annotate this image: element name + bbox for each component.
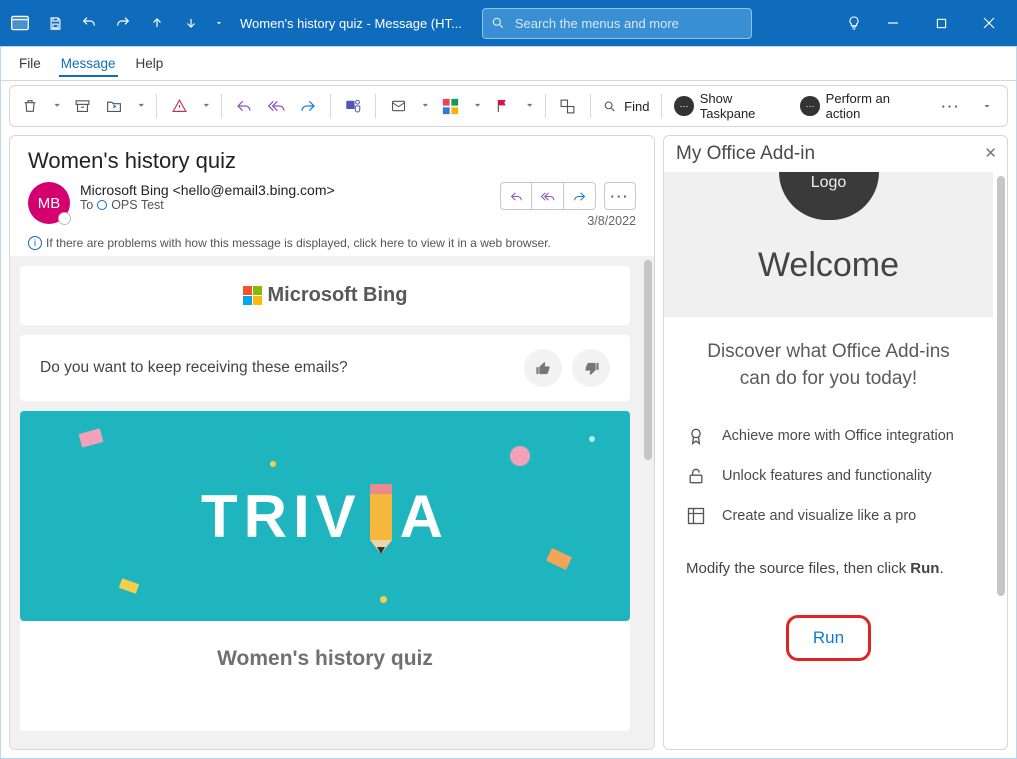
lightbulb-button[interactable] — [839, 7, 869, 39]
feedback-question: Do you want to keep receiving these emai… — [40, 359, 514, 377]
window-minimize-button[interactable] — [869, 0, 917, 46]
title-bar: Women's history quiz - Message (HT... — [0, 0, 1017, 46]
ribbon-overflow-button[interactable]: ··· — [937, 90, 965, 122]
categorize-dropdown[interactable] — [468, 90, 484, 122]
reply-all-button[interactable] — [262, 90, 290, 122]
ribbon: Find ⋯ Show Taskpane ⋯ Perform an action… — [9, 85, 1008, 127]
addin-title: My Office Add-in — [664, 136, 1007, 172]
mark-dropdown[interactable] — [416, 90, 432, 122]
perform-action-button[interactable]: ⋯ Perform an action — [796, 90, 929, 122]
delete-button[interactable] — [16, 90, 44, 122]
info-icon: i — [28, 236, 42, 250]
trivia-banner: TRIV A — [20, 411, 630, 621]
addin-logo: Logo — [779, 172, 879, 220]
flag-button[interactable] — [489, 90, 517, 122]
undo-button[interactable] — [74, 7, 104, 39]
quiz-title: Women's history quiz — [20, 621, 630, 671]
feature-item: Unlock features and functionality — [686, 466, 971, 486]
addin-pane: My Office Add-in ✕ Logo Welcome Discover… — [663, 135, 1008, 750]
archive-button[interactable] — [68, 90, 96, 122]
translate-button[interactable] — [554, 90, 582, 122]
ribbon-badge-icon — [686, 426, 708, 446]
message-scrollbar[interactable] — [644, 260, 652, 460]
feature-item: Create and visualize like a pro — [686, 506, 971, 526]
addin-icon: ⋯ — [800, 96, 819, 116]
bing-logo: Microsoft Bing — [20, 266, 630, 325]
addin-close-button[interactable]: ✕ — [984, 144, 997, 162]
window-close-button[interactable] — [965, 0, 1013, 46]
search-icon — [491, 16, 505, 30]
forward-button[interactable] — [294, 90, 322, 122]
info-banner[interactable]: i If there are problems with how this me… — [10, 232, 654, 256]
show-taskpane-button[interactable]: ⋯ Show Taskpane — [670, 90, 792, 122]
window-title: Women's history quiz - Message (HT... — [240, 16, 462, 31]
presence-indicator — [58, 212, 71, 225]
find-label: Find — [624, 99, 649, 114]
reply-button[interactable] — [230, 90, 258, 122]
more-actions-button[interactable]: ··· — [604, 182, 636, 210]
reply-all-pill[interactable] — [532, 182, 564, 210]
addin-tagline: Discover what Office Add-ins can do for … — [686, 339, 971, 392]
find-button[interactable]: Find — [599, 90, 654, 122]
move-button[interactable] — [100, 90, 128, 122]
flag-dropdown[interactable] — [521, 90, 537, 122]
categorize-button[interactable] — [436, 90, 464, 122]
message-date: 3/8/2022 — [587, 214, 636, 228]
show-taskpane-label: Show Taskpane — [700, 91, 789, 121]
run-button[interactable]: Run — [786, 615, 871, 661]
tab-message[interactable]: Message — [59, 50, 118, 77]
search-bar[interactable] — [482, 8, 752, 39]
reading-pane: Women's history quiz MB Microsoft Bing <… — [9, 135, 655, 750]
addin-icon: ⋯ — [674, 96, 693, 116]
redo-button[interactable] — [108, 7, 138, 39]
pencil-icon — [364, 480, 398, 552]
addin-instruction: Modify the source files, then click Run. — [686, 560, 971, 577]
sender-avatar[interactable]: MB — [28, 182, 70, 224]
microsoft-icon — [243, 286, 262, 305]
nav-down-button[interactable] — [176, 7, 206, 39]
thumbs-down-button[interactable] — [572, 349, 610, 387]
addin-welcome: Welcome — [664, 246, 993, 285]
thumbs-up-button[interactable] — [524, 349, 562, 387]
search-input[interactable] — [513, 15, 743, 32]
reply-pill[interactable] — [500, 182, 532, 210]
tab-file[interactable]: File — [17, 50, 43, 77]
report-dropdown[interactable] — [197, 90, 213, 122]
ribbon-collapse-button[interactable] — [973, 90, 1001, 122]
feature-item: Achieve more with Office integration — [686, 426, 971, 446]
forward-pill[interactable] — [564, 182, 596, 210]
menu-tabs: File Message Help — [1, 47, 1016, 81]
delete-dropdown[interactable] — [48, 90, 64, 122]
window-maximize-button[interactable] — [917, 0, 965, 46]
mark-unread-button[interactable] — [384, 90, 412, 122]
unlock-icon — [686, 466, 708, 486]
tab-help[interactable]: Help — [134, 50, 166, 77]
to-label: To — [80, 198, 93, 212]
move-dropdown[interactable] — [132, 90, 148, 122]
perform-action-label: Perform an action — [826, 91, 925, 121]
save-button[interactable] — [40, 7, 70, 39]
addin-scrollbar[interactable] — [997, 176, 1005, 596]
qat-overflow-button[interactable] — [210, 7, 228, 39]
design-icon — [686, 506, 708, 526]
report-button[interactable] — [165, 90, 193, 122]
message-subject: Women's history quiz — [28, 148, 636, 174]
presence-dot-icon — [97, 200, 107, 210]
to-value: OPS Test — [111, 198, 164, 212]
nav-up-button[interactable] — [142, 7, 172, 39]
from-line: Microsoft Bing <hello@email3.bing.com> — [80, 182, 490, 198]
app-icon — [4, 7, 36, 39]
share-teams-button[interactable] — [339, 90, 367, 122]
